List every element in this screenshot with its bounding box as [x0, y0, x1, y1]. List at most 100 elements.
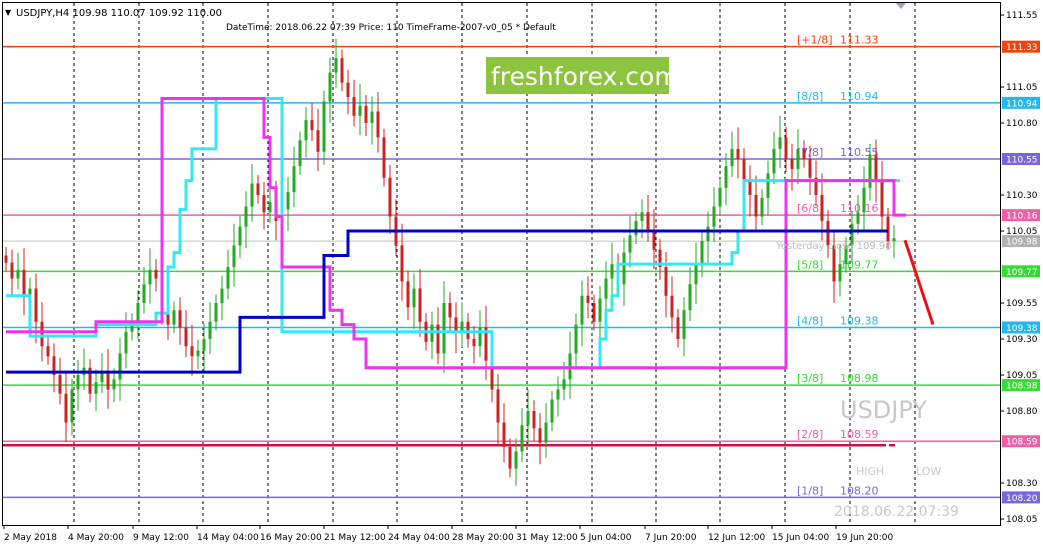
candle-body	[46, 346, 50, 357]
candle-body	[94, 382, 98, 394]
candle-body	[70, 389, 74, 423]
candle-body	[298, 140, 302, 167]
candle-body	[382, 137, 386, 178]
candle-body	[550, 399, 554, 423]
candle-body	[436, 324, 440, 354]
murrey-level-label: [6/8]	[797, 202, 823, 215]
candle-body	[820, 195, 824, 221]
candle-body	[634, 220, 638, 236]
candle-body	[178, 310, 182, 328]
candle-body	[496, 389, 500, 423]
candle-body	[112, 379, 116, 390]
candle-body	[796, 148, 800, 170]
candle-body	[214, 303, 218, 322]
candle-body	[226, 267, 230, 289]
candle-body	[352, 97, 356, 116]
x-tick-label: 4 May 20:00	[68, 533, 124, 543]
candle-body	[118, 353, 122, 380]
candle-body	[448, 303, 452, 318]
candle-body	[838, 264, 842, 282]
candle-body	[646, 212, 650, 231]
candle-body	[172, 310, 176, 325]
candle-body	[874, 154, 878, 181]
candle-body	[412, 288, 416, 308]
indicator-info-text: DateTime: 2018.06.22 07:39 Price: 110 Ti…	[226, 23, 556, 33]
candle-body	[460, 321, 464, 332]
collapse-triangle-icon[interactable]: ▼	[5, 8, 12, 17]
candle-body	[400, 245, 404, 282]
candle-body	[886, 216, 890, 242]
y-tick-label: 111.55	[1006, 11, 1038, 21]
x-tick-label: 5 Jun 04:00	[580, 533, 632, 543]
candle-body	[808, 159, 812, 178]
candle-body	[190, 346, 194, 357]
level-price-tag-text: 110.16	[1006, 212, 1038, 222]
candle-body	[208, 321, 212, 339]
murrey-level-value: 108.20	[840, 484, 879, 497]
candle-body	[262, 195, 266, 213]
murrey-level-label: [2/8]	[797, 428, 823, 441]
murrey-level-label: [+1/8]	[797, 34, 833, 47]
y-tick-label: 111.05	[1006, 83, 1038, 93]
candle-body	[76, 375, 80, 390]
candle-body	[514, 451, 518, 469]
x-tick-label: 28 May 20:00	[452, 533, 514, 543]
candle-body	[706, 226, 710, 242]
candle-body	[580, 295, 584, 325]
candle-body	[40, 321, 44, 347]
candle-body	[442, 303, 446, 354]
candle-body	[526, 411, 530, 426]
candle-body	[868, 154, 872, 188]
candle-body	[544, 422, 548, 443]
level-price-tag-text: 111.33	[1006, 43, 1038, 53]
candle-body	[664, 267, 668, 296]
candle-body	[880, 180, 884, 217]
candle-body	[34, 288, 38, 322]
y-tick-label: 108.80	[1006, 407, 1038, 417]
candle-body	[628, 235, 632, 253]
overlay-symbol: USDJPY	[840, 396, 927, 424]
x-tick-label: 12 Jun 12:00	[708, 533, 765, 543]
overlay-low-label: LOW	[916, 465, 941, 478]
candle-body	[328, 72, 332, 102]
candle-body	[406, 281, 410, 308]
murrey-level-label: [3/8]	[797, 372, 823, 385]
x-tick-label: 9 May 12:00	[133, 533, 189, 543]
candle-body	[58, 375, 62, 394]
candle-body	[364, 105, 368, 123]
candle-body	[478, 327, 482, 347]
candle-body	[892, 238, 896, 242]
candle-body	[454, 317, 458, 332]
candle-body	[334, 58, 338, 73]
candle-body	[10, 262, 14, 279]
overlay-datetime: 2018.06.22 07:39	[834, 504, 959, 520]
current-price-tag-text: 109.98	[1006, 238, 1038, 248]
candle-body	[742, 159, 746, 181]
watermark-text: freshforex.com	[491, 62, 679, 91]
level-price-tag-text: 110.94	[1006, 99, 1038, 109]
murrey-level-label: [4/8]	[797, 314, 823, 327]
candle-body	[766, 173, 770, 198]
candle-body	[562, 379, 566, 390]
candle-body	[304, 120, 308, 141]
candle-body	[622, 252, 626, 285]
candle-body	[358, 105, 362, 116]
candle-body	[694, 264, 698, 285]
candle-body	[790, 159, 794, 170]
level-price-tag-text: 108.59	[1006, 438, 1038, 448]
candle-body	[556, 389, 560, 400]
y-tick-label: 108.30	[1006, 479, 1038, 489]
candle-body	[862, 187, 866, 213]
candle-body	[310, 120, 314, 131]
candle-body	[376, 111, 380, 138]
candle-body	[802, 148, 806, 159]
y-tick-label: 109.55	[1006, 299, 1038, 309]
candle-body	[202, 339, 206, 351]
level-price-tag-text: 108.98	[1006, 382, 1038, 392]
x-tick-label: 16 May 20:00	[260, 533, 322, 543]
overlay-high-label: HIGH	[856, 465, 884, 478]
x-tick-label: 24 May 04:00	[388, 533, 450, 543]
candle-body	[4, 255, 8, 263]
candle-body	[388, 177, 392, 217]
candle-body	[604, 278, 608, 299]
